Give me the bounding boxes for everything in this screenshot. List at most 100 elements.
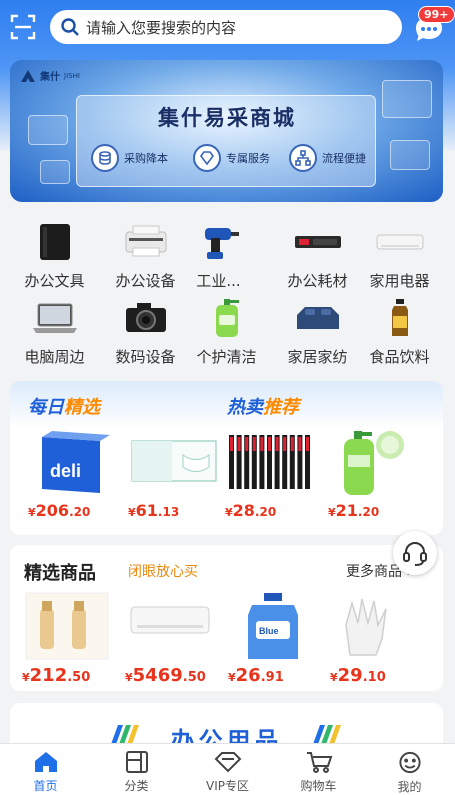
mask-box-icon — [131, 440, 217, 482]
skincare-bottles-icon — [25, 592, 109, 660]
tab-label: 购物车 — [300, 779, 337, 793]
bottom-tab-bar: 首页 分类 VIP专区 购物车 我的 — [0, 743, 455, 795]
vip-diamond-icon — [214, 752, 241, 773]
category-personal-care[interactable]: 个护清洁 — [181, 296, 272, 367]
svg-text:Blue: Blue — [259, 626, 279, 636]
tab-label: VIP专区 — [206, 779, 249, 793]
tab-category[interactable]: 分类 — [91, 744, 182, 795]
category-food-beverage[interactable]: 食品饮料 — [354, 296, 445, 367]
product-price: ¥28.20 — [225, 501, 277, 520]
search-input[interactable]: 请输入您要搜索的内容 — [50, 10, 402, 44]
banner-panel: 集什易采商城 采购降本 专属服务 流程便捷 — [76, 95, 376, 187]
flowchart-icon — [289, 144, 317, 172]
promo-banner[interactable]: 集什 JISHI 集什易采商城 采购降本 专属服务 流程便捷 — [10, 60, 443, 202]
tab-label: 我的 — [397, 780, 422, 794]
feature-service: 专属服务 — [193, 144, 270, 172]
feature-label: 专属服务 — [226, 152, 270, 165]
hand-soap-bottle-icon — [344, 431, 404, 495]
title-highlight: 推荐 — [263, 397, 299, 418]
hot-sale-title[interactable]: 热卖推荐 — [227, 393, 299, 419]
tab-cart[interactable]: 购物车 — [273, 744, 364, 795]
daily-picks-title[interactable]: 每日精选 — [28, 393, 100, 419]
category-industrial[interactable]: 工业... — [173, 220, 264, 291]
section-title: 精选商品 — [24, 563, 96, 584]
scan-icon[interactable] — [10, 14, 36, 40]
category-office-consumables[interactable]: 办公耗材 — [272, 220, 363, 291]
selected-products-card: 精选商品 闭眼放心买 更多商品 › ¥212.50 ¥5469.50 Blue … — [10, 545, 443, 691]
database-icon — [91, 144, 119, 172]
headset-icon — [403, 542, 427, 566]
search-placeholder: 请输入您要搜索的内容 — [86, 18, 237, 37]
svg-text:deli: deli — [50, 461, 81, 481]
category-label: 数码设备 — [115, 348, 176, 366]
beverage-icon — [374, 296, 426, 340]
a4-paper-box-icon: deli — [42, 431, 110, 493]
cart-icon — [306, 752, 332, 773]
work-gloves-icon — [345, 598, 387, 656]
message-badge: 99+ — [418, 6, 455, 23]
product-card[interactable]: ¥29.10 — [330, 591, 425, 686]
product-card[interactable]: ¥212.50 — [22, 591, 117, 686]
title-part: 热卖 — [227, 397, 263, 418]
brand-logo: 集什 JISHI — [20, 68, 80, 83]
title-highlight: 精选 — [64, 397, 100, 418]
product-price: ¥212.50 — [22, 665, 91, 686]
category-computer-peripherals[interactable]: 电脑周边 — [9, 296, 100, 367]
folder-icon — [29, 220, 81, 264]
drill-icon — [193, 220, 245, 264]
category-label: 工业... — [196, 272, 241, 290]
camera-icon — [120, 296, 172, 340]
product-price: ¥29.10 — [330, 665, 386, 686]
bedding-icon — [292, 296, 344, 340]
air-conditioner-icon — [130, 606, 210, 634]
detergent-bottle-icon: Blue — [248, 593, 298, 659]
product-card[interactable]: ¥61.13 — [128, 427, 223, 520]
tab-label: 分类 — [124, 779, 149, 793]
section-subtitle: 闭眼放心买 — [128, 564, 198, 580]
feature-process: 流程便捷 — [289, 144, 366, 172]
category-label: 个护清洁 — [196, 348, 257, 366]
category-label: 电脑周边 — [24, 348, 85, 366]
category-label: 家用电器 — [369, 272, 430, 290]
product-card[interactable]: Blue ¥26.91 — [228, 591, 323, 686]
category-label: 家居家纺 — [287, 348, 348, 366]
product-card[interactable]: ¥21.20 — [328, 427, 423, 520]
gel-pens-icon — [229, 435, 310, 489]
category-grid: 办公文具 办公设备 工业... 办公耗材 家用电器 电脑周边 数码设备 个护清洁… — [0, 210, 455, 376]
banner-title: 集什易采商城 — [158, 106, 296, 130]
feature-label: 采购降本 — [124, 152, 168, 165]
profile-icon — [398, 751, 421, 774]
tab-vip[interactable]: VIP专区 — [182, 744, 273, 795]
product-price: ¥61.13 — [128, 501, 180, 520]
category-office-stationery[interactable]: 办公文具 — [9, 220, 100, 291]
category-label: 办公耗材 — [287, 272, 348, 290]
search-icon — [61, 18, 79, 36]
category-label: 办公文具 — [24, 272, 85, 290]
feature-cost: 采购降本 — [91, 144, 168, 172]
logo-sub: JISHI — [64, 71, 80, 80]
more-label: 更多商品 — [346, 564, 402, 580]
category-digital-devices[interactable]: 数码设备 — [100, 296, 191, 367]
tab-home[interactable]: 首页 — [0, 744, 91, 795]
tab-profile[interactable]: 我的 — [364, 744, 455, 795]
feature-label: 流程便捷 — [322, 152, 366, 165]
product-price: ¥21.20 — [328, 501, 380, 520]
category-home-textiles[interactable]: 家居家纺 — [272, 296, 363, 367]
printer-icon — [120, 220, 172, 264]
title-part: 每日 — [28, 397, 64, 418]
product-card[interactable]: deli ¥206.20 — [28, 427, 123, 520]
customer-service-button[interactable] — [393, 531, 437, 575]
daily-picks-card: 每日精选 热卖推荐 deli ¥206.20 ¥61.13 ¥28.20 ¥21… — [10, 381, 443, 535]
toner-icon — [292, 220, 344, 264]
air-conditioner-icon — [374, 220, 426, 264]
category-home-appliances[interactable]: 家用电器 — [354, 220, 445, 291]
category-icon — [125, 751, 148, 773]
product-card[interactable]: ¥5469.50 — [125, 591, 220, 686]
tab-label: 首页 — [33, 779, 58, 793]
diamond-icon — [193, 144, 221, 172]
product-card[interactable]: ¥28.20 — [225, 427, 320, 520]
product-price: ¥26.91 — [228, 665, 284, 686]
logo-name: 集什 — [40, 72, 60, 83]
hand-soap-icon — [201, 296, 253, 340]
home-icon — [34, 752, 57, 772]
